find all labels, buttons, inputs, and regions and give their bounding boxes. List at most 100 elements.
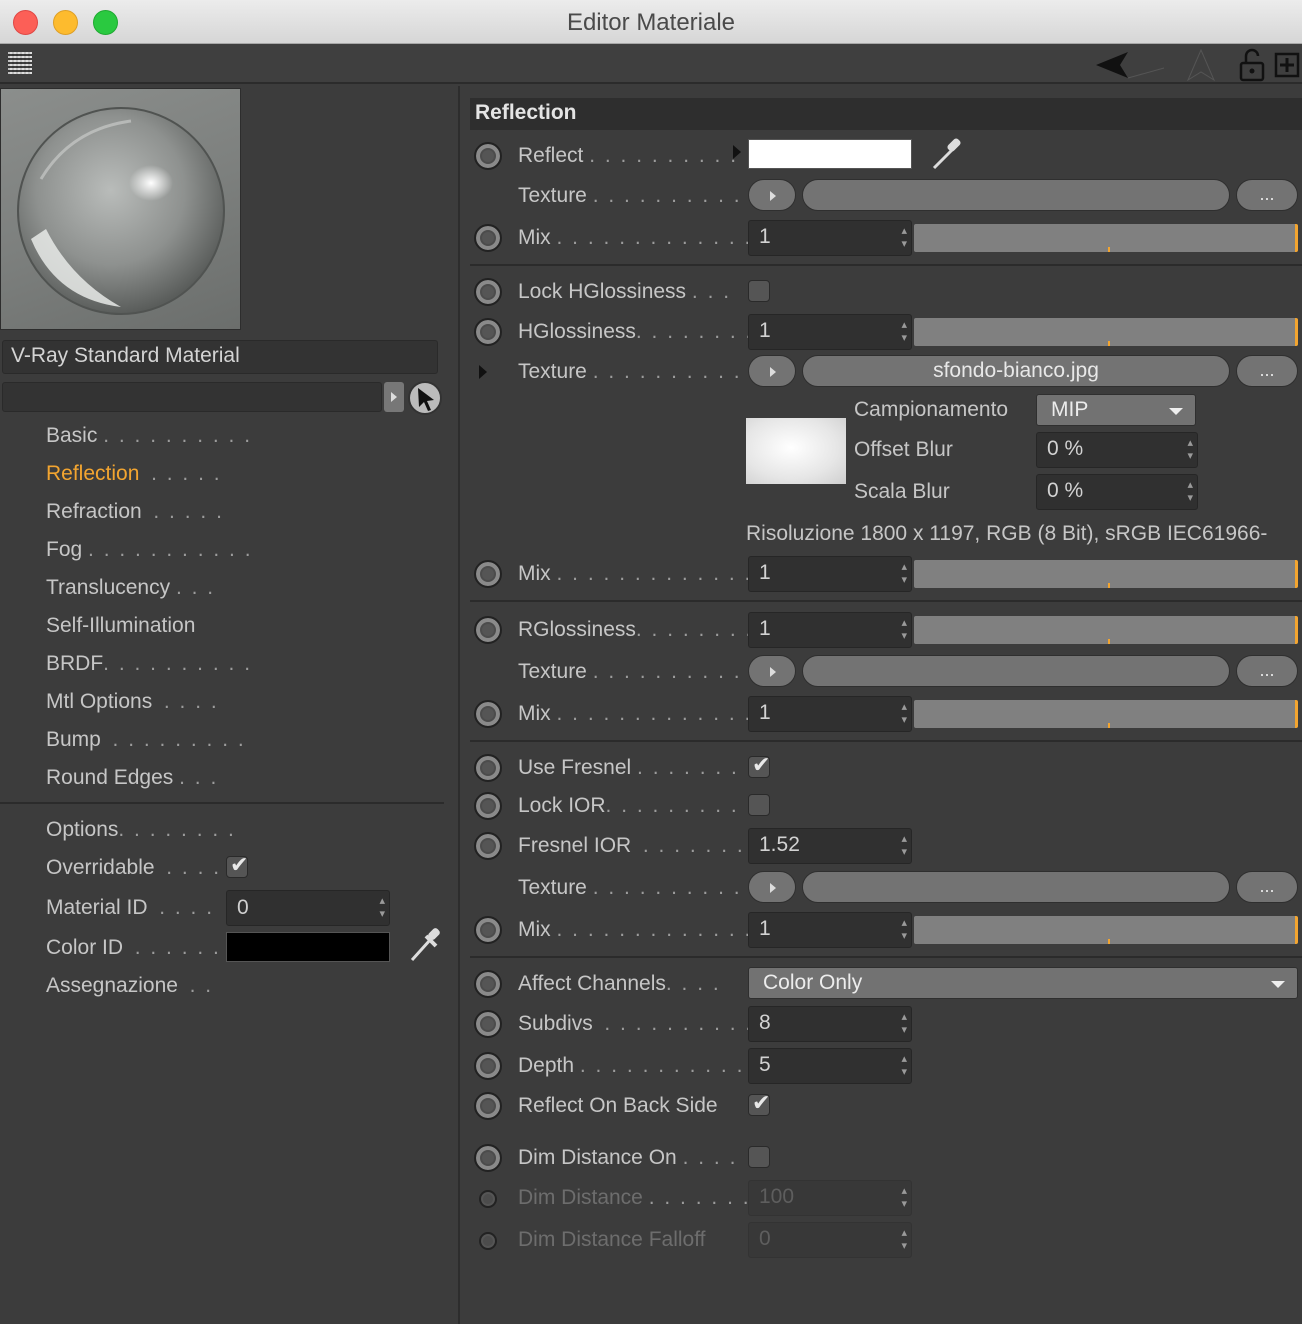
- hglossiness-field[interactable]: 1: [748, 314, 912, 350]
- scala-blur-field[interactable]: 0 %: [1036, 474, 1198, 510]
- campionamento-dropdown[interactable]: MIP: [1036, 394, 1196, 426]
- affect-channels-radio[interactable]: [474, 970, 502, 998]
- nav-item-reflection[interactable]: Reflection . . . . .: [46, 462, 222, 492]
- mix-field[interactable]: 1: [748, 696, 912, 732]
- material-name-field[interactable]: V-Ray Standard Material: [2, 340, 438, 374]
- use-fresnel-radio[interactable]: [474, 754, 502, 782]
- reflect-back-side-checkbox[interactable]: [748, 1090, 770, 1116]
- nav-item-bump[interactable]: Bump . . . . . . . . .: [46, 728, 246, 758]
- nav-item-mtl-options[interactable]: Mtl Options . . . .: [46, 690, 219, 720]
- mix-slider[interactable]: [914, 700, 1298, 728]
- dim-distance-on-radio[interactable]: [474, 1144, 502, 1172]
- divider: [0, 802, 444, 804]
- divider: [470, 956, 1302, 958]
- material-preview[interactable]: [0, 88, 241, 330]
- texture-slot[interactable]: [802, 179, 1230, 211]
- mix-field[interactable]: 1: [748, 912, 912, 948]
- mix-slider[interactable]: [914, 916, 1298, 944]
- texture-menu-button[interactable]: [748, 355, 796, 387]
- lock-ior-checkbox[interactable]: [748, 794, 770, 816]
- fresnel-ior-field[interactable]: 1.52: [748, 828, 912, 864]
- rglossiness-field[interactable]: 1: [748, 612, 912, 648]
- subdivs-radio[interactable]: [474, 1010, 502, 1038]
- assegnazione-item[interactable]: Assegnazione . .: [46, 974, 213, 1004]
- rglossiness-label: RGlossiness. . . . . . . .: [518, 618, 754, 641]
- nav-item-brdf[interactable]: BRDF. . . . . . . . . .: [46, 652, 252, 682]
- forward-arrow-icon[interactable]: [1184, 48, 1218, 82]
- affect-channels-dropdown[interactable]: Color Only: [748, 967, 1298, 999]
- texture-slot[interactable]: sfondo-bianco.jpg: [802, 355, 1230, 387]
- depth-radio[interactable]: [474, 1052, 502, 1080]
- texture-label: Texture . . . . . . . . . . .: [518, 876, 758, 899]
- mix-field[interactable]: 1: [748, 556, 912, 592]
- lock-ior-label: Lock IOR. . . . . . . . . .: [518, 794, 755, 817]
- reflect-color-swatch[interactable]: [748, 139, 912, 169]
- texture-browse-button[interactable]: ...: [1236, 355, 1298, 387]
- hglossiness-slider[interactable]: [914, 318, 1298, 346]
- nav-item-round-edges[interactable]: Round Edges . . .: [46, 766, 218, 796]
- texture-label: Texture . . . . . . . . . . .: [518, 184, 758, 207]
- lock-hglossiness-radio[interactable]: [474, 278, 502, 306]
- mix-slider[interactable]: [914, 560, 1298, 588]
- hglossiness-radio[interactable]: [474, 318, 502, 346]
- texture-slot[interactable]: [802, 655, 1230, 687]
- dim-distance-field: 100: [748, 1180, 912, 1216]
- depth-field[interactable]: 5: [748, 1048, 912, 1084]
- mix-animate-radio[interactable]: [474, 224, 502, 252]
- texture-label: Texture . . . . . . . . . . .: [518, 360, 758, 383]
- dim-falloff-field: 0: [748, 1222, 912, 1258]
- texture-thumbnail[interactable]: [746, 418, 846, 484]
- mix-animate-radio[interactable]: [474, 560, 502, 588]
- reflect-animate-radio[interactable]: [474, 142, 502, 170]
- dim-distance-on-label: Dim Distance On . . . .: [518, 1146, 738, 1169]
- back-arrow-icon[interactable]: [1094, 48, 1184, 82]
- grid-menu-icon[interactable]: [8, 52, 32, 74]
- reflect-back-side-radio[interactable]: [474, 1092, 502, 1120]
- texture-browse-button[interactable]: ...: [1236, 179, 1298, 211]
- nav-item-self-illumination[interactable]: Self-Illumination: [46, 614, 195, 644]
- eyedropper-icon[interactable]: [930, 136, 964, 172]
- nav-item-fog[interactable]: Fog . . . . . . . . . . .: [46, 538, 253, 568]
- subdivs-field[interactable]: 8: [748, 1006, 912, 1042]
- nav-item-translucency[interactable]: Translucency . . .: [46, 576, 215, 606]
- overridable-checkbox[interactable]: [226, 852, 248, 878]
- lock-hglossiness-label: Lock HGlossiness . . .: [518, 280, 732, 303]
- mix-field[interactable]: 1: [748, 220, 912, 256]
- texture-browse-button[interactable]: ...: [1236, 871, 1298, 903]
- dim-distance-on-checkbox[interactable]: [748, 1146, 770, 1168]
- texture-menu-button[interactable]: [748, 655, 796, 687]
- use-fresnel-label: Use Fresnel . . . . . . . . .: [518, 756, 771, 779]
- overridable-label: Overridable . . . .: [46, 856, 222, 879]
- eyedropper-icon[interactable]: [408, 926, 442, 964]
- use-fresnel-checkbox[interactable]: [748, 752, 770, 778]
- hglossiness-label: HGlossiness. . . . . . . .: [518, 320, 754, 343]
- material-id-field[interactable]: 0: [226, 890, 390, 926]
- lock-hglossiness-checkbox[interactable]: [748, 280, 770, 302]
- texture-slot[interactable]: [802, 871, 1230, 903]
- subdivs-label: Subdivs . . . . . . . . . . .: [518, 1012, 769, 1035]
- mix-slider[interactable]: [914, 224, 1298, 252]
- texture-menu-button[interactable]: [748, 179, 796, 211]
- mix-animate-radio[interactable]: [474, 700, 502, 728]
- nav-item-basic[interactable]: Basic . . . . . . . . . .: [46, 424, 252, 454]
- rglossiness-slider[interactable]: [914, 616, 1298, 644]
- new-window-icon[interactable]: [1274, 48, 1300, 78]
- expand-arrow-icon[interactable]: [478, 364, 488, 380]
- texture-menu-button[interactable]: [748, 871, 796, 903]
- mix-animate-radio[interactable]: [474, 916, 502, 944]
- rglossiness-radio[interactable]: [474, 616, 502, 644]
- nav-item-refraction[interactable]: Refraction . . . . .: [46, 500, 224, 530]
- color-id-swatch[interactable]: [226, 932, 390, 962]
- lock-ior-radio[interactable]: [474, 792, 502, 820]
- dim-falloff-label: Dim Distance Falloff: [518, 1228, 706, 1251]
- link-field[interactable]: [2, 382, 382, 412]
- link-expand-button[interactable]: [384, 382, 404, 412]
- lock-icon[interactable]: [1238, 48, 1266, 82]
- texture-browse-button[interactable]: ...: [1236, 655, 1298, 687]
- offset-blur-field[interactable]: 0 %: [1036, 432, 1198, 468]
- title-bar: Editor Materiale: [0, 0, 1302, 44]
- divider: [470, 600, 1302, 602]
- expand-arrow-icon[interactable]: [732, 144, 742, 160]
- fresnel-ior-radio[interactable]: [474, 832, 502, 860]
- pick-object-button[interactable]: [408, 381, 442, 415]
